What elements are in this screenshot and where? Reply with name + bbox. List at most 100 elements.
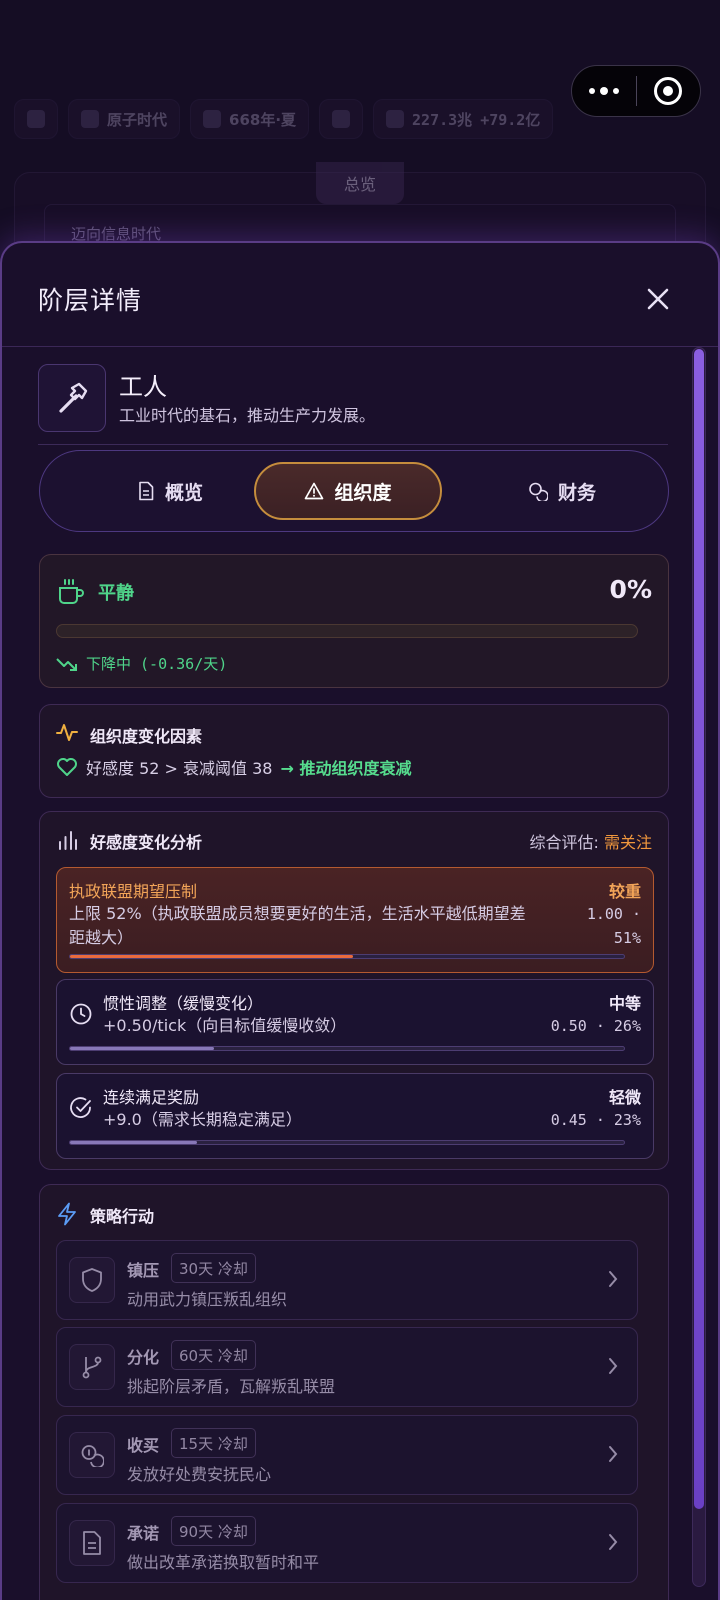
chevron-right-icon bbox=[609, 1358, 618, 1374]
analysis-item: 连续满足奖励 +9.0（需求长期稳定满足） 轻微 0.45 · 23% bbox=[56, 1073, 654, 1159]
analysis-item-values: 0.45 · 23% bbox=[550, 1111, 641, 1129]
document-icon bbox=[83, 1531, 101, 1555]
trending-down-icon bbox=[56, 657, 77, 671]
divider bbox=[38, 444, 668, 445]
analysis-item-bar-fill bbox=[70, 1047, 215, 1050]
tab-overview[interactable]: 概览 bbox=[110, 462, 230, 520]
factor-condition: 好感度 52 > 衰减阈值 38 bbox=[86, 759, 273, 778]
analysis-item-bar-fill bbox=[70, 955, 353, 958]
action-bribe[interactable]: 收买 15天 冷却 发放好处费安抚民心 bbox=[56, 1415, 638, 1495]
analysis-item-values: 1.00 · 51% bbox=[561, 902, 641, 950]
tab-organization-label: 组织度 bbox=[334, 481, 392, 504]
tab-organization[interactable]: 组织度 bbox=[254, 462, 442, 520]
class-detail-sheet: 阶层详情 工人 工业时代的基石，推动生产力发展。 概览 组织度 财务 平静 0%… bbox=[0, 241, 720, 1600]
class-avatar bbox=[38, 364, 106, 432]
analysis-item-name: 连续满足奖励 bbox=[103, 1088, 200, 1107]
sheet-title: 阶层详情 bbox=[38, 286, 143, 315]
tab-bar: 概览 组织度 财务 bbox=[39, 450, 669, 532]
chevron-right-icon bbox=[609, 1534, 618, 1550]
analysis-item-share: 51% bbox=[613, 929, 641, 947]
chevron-right-icon bbox=[609, 1271, 618, 1287]
action-name: 收买 bbox=[127, 1436, 160, 1455]
lightning-icon bbox=[58, 1202, 76, 1226]
tab-overview-label: 概览 bbox=[164, 481, 203, 504]
analysis-item-severity: 中等 bbox=[608, 994, 641, 1013]
check-circle-icon bbox=[70, 1097, 91, 1118]
organization-factors-card: 组织度变化因素 好感度 52 > 衰减阈值 38 → 推动组织度衰减 bbox=[39, 704, 669, 798]
action-desc: 做出改革承诺换取暂时和平 bbox=[127, 1553, 320, 1572]
action-cooldown: 30天 冷却 bbox=[171, 1253, 256, 1283]
action-cooldown: 90天 冷却 bbox=[171, 1516, 256, 1546]
action-desc: 挑起阶层矛盾，瓦解叛乱联盟 bbox=[127, 1377, 336, 1396]
class-name: 工人 bbox=[119, 373, 167, 401]
warning-icon bbox=[305, 482, 324, 500]
coffee-cup-icon bbox=[59, 579, 84, 604]
hammer-icon bbox=[59, 382, 88, 413]
organization-status-card: 平静 0% 下降中 (-0.36/天) bbox=[39, 554, 669, 688]
action-promise[interactable]: 承诺 90天 冷却 做出改革承诺换取暂时和平 bbox=[56, 1503, 638, 1583]
shield-icon bbox=[82, 1268, 102, 1292]
analysis-item-desc: +9.0（需求长期稳定满足） bbox=[103, 1110, 302, 1129]
coins-icon bbox=[386, 110, 405, 128]
trend-indicator: 下降中 (-0.36/天) bbox=[56, 653, 227, 674]
calculator-icon bbox=[332, 110, 351, 128]
git-branch-icon bbox=[82, 1356, 102, 1379]
favor-analysis-card: 好感度变化分析 综合评估: 需关注 执政联盟期望压制 上限 52%（执政联盟成员… bbox=[39, 811, 669, 1170]
analysis-item-desc: 上限 52%（执政联盟成员想要更好的生活，生活水平越低期望差距越大） bbox=[69, 904, 526, 947]
action-desc: 动用武力镇压叛乱组织 bbox=[127, 1290, 288, 1309]
analysis-item-weight: 1.00 · bbox=[586, 905, 641, 923]
analysis-item-severity: 轻微 bbox=[608, 1088, 641, 1107]
strategy-actions-card: 策略行动 镇压 30天 冷却 动用武力镇压叛乱组织 分化 60天 冷却 挑起阶层… bbox=[39, 1184, 669, 1600]
analysis-item-bar bbox=[69, 1046, 625, 1051]
museum-icon bbox=[81, 110, 99, 128]
activity-icon bbox=[56, 724, 78, 741]
coins-icon bbox=[81, 1445, 104, 1467]
more-menu-button[interactable] bbox=[572, 66, 636, 116]
document-icon bbox=[139, 481, 154, 501]
action-icon-box bbox=[69, 1432, 115, 1478]
analysis-item-bar bbox=[69, 954, 625, 959]
analysis-item: 执政联盟期望压制 上限 52%（执政联盟成员想要更好的生活，生活水平越低期望差距… bbox=[56, 867, 654, 973]
analysis-item: 惯性调整（缓慢变化） +0.50/tick（向目标值缓慢收敛） 中等 0.50 … bbox=[56, 979, 654, 1065]
action-name: 镇压 bbox=[127, 1261, 160, 1280]
coins-icon bbox=[529, 482, 548, 501]
factors-title: 组织度变化因素 bbox=[90, 727, 203, 746]
assessment-value: 需关注 bbox=[603, 833, 652, 852]
trend-text: 下降中 (-0.36/天) bbox=[86, 655, 228, 673]
bar-chart-icon bbox=[59, 831, 77, 850]
action-divide[interactable]: 分化 60天 冷却 挑起阶层矛盾，瓦解叛乱联盟 bbox=[56, 1327, 638, 1407]
tab-finance-label: 财务 bbox=[557, 481, 596, 504]
miniprogram-capsule bbox=[571, 65, 701, 117]
close-button[interactable] bbox=[642, 283, 674, 315]
analysis-item-desc: +0.50/tick（向目标值缓慢收敛） bbox=[103, 1016, 347, 1035]
status-label: 平静 bbox=[98, 583, 134, 604]
overall-assessment: 综合评估: 需关注 bbox=[529, 829, 652, 853]
factor-line: 好感度 52 > 衰减阈值 38 → 推动组织度衰减 bbox=[56, 755, 411, 779]
tab-finance[interactable]: 财务 bbox=[502, 462, 622, 520]
analysis-item-bar bbox=[69, 1140, 625, 1145]
analysis-item-values: 0.50 · 26% bbox=[550, 1017, 641, 1035]
organization-progress-bar bbox=[56, 624, 638, 638]
actions-title: 策略行动 bbox=[90, 1207, 155, 1226]
scrollbar[interactable] bbox=[692, 347, 706, 1587]
chevron-right-icon bbox=[609, 1446, 618, 1462]
action-icon-box bbox=[69, 1344, 115, 1390]
action-cooldown: 15天 冷却 bbox=[171, 1428, 256, 1458]
sheet-header: 阶层详情 bbox=[2, 243, 718, 347]
close-icon bbox=[647, 288, 669, 310]
factor-effect: → 推动组织度衰减 bbox=[280, 759, 412, 778]
target-icon bbox=[654, 77, 683, 105]
analysis-item-name: 执政联盟期望压制 bbox=[69, 882, 198, 901]
action-cooldown: 60天 冷却 bbox=[171, 1340, 256, 1370]
close-miniprogram-button[interactable] bbox=[637, 66, 701, 116]
action-suppress[interactable]: 镇压 30天 冷却 动用武力镇压叛乱组织 bbox=[56, 1240, 638, 1320]
analysis-title: 好感度变化分析 bbox=[90, 833, 203, 852]
assessment-label: 综合评估: bbox=[529, 833, 599, 852]
analysis-item-name: 惯性调整（缓慢变化） bbox=[103, 994, 264, 1013]
action-desc: 发放好处费安抚民心 bbox=[127, 1465, 272, 1484]
background-date-chip: 668年·夏 bbox=[190, 99, 310, 139]
scrollbar-thumb[interactable] bbox=[694, 349, 704, 1509]
action-icon-box bbox=[69, 1520, 115, 1566]
action-name: 分化 bbox=[127, 1348, 160, 1367]
analysis-item-severity: 较重 bbox=[608, 882, 641, 901]
